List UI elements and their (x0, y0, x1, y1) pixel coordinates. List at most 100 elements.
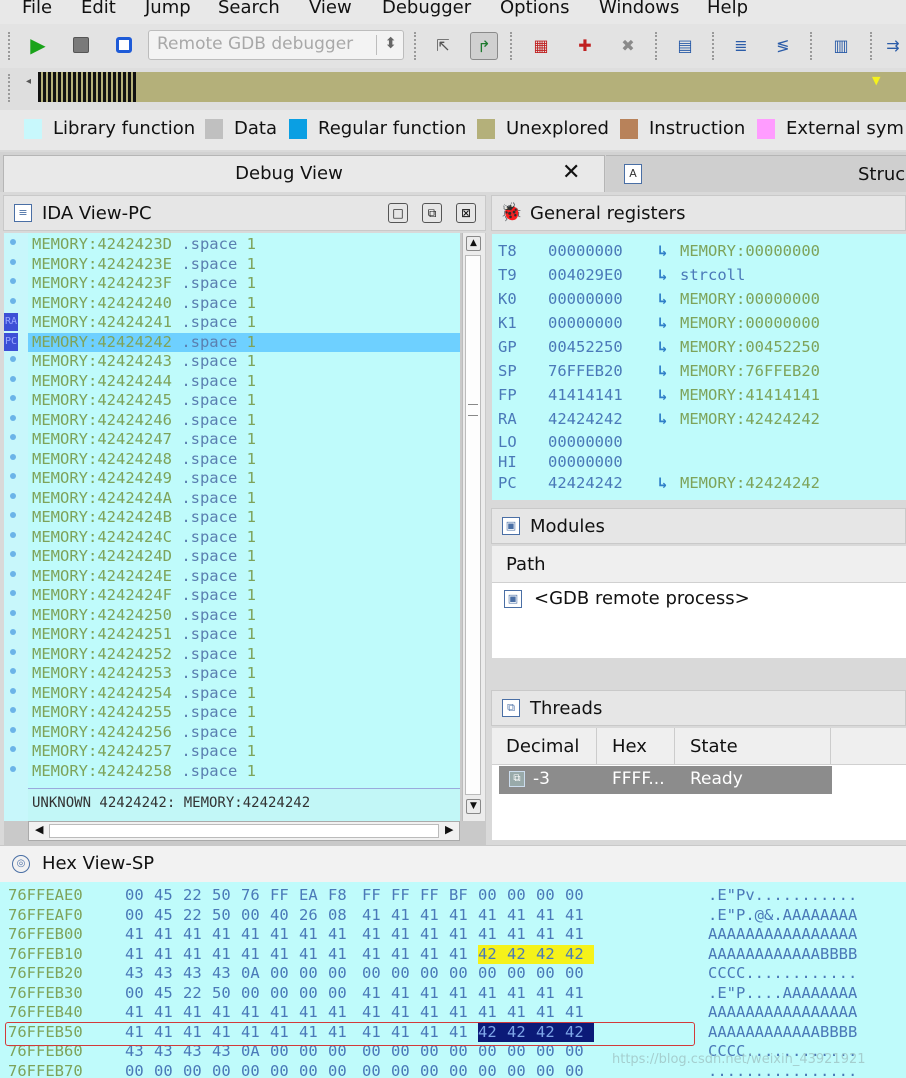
code-line[interactable]: MEMORY:4242423D .space 1 (28, 235, 460, 255)
hex-byte[interactable]: 41 (212, 925, 241, 945)
hex-byte[interactable]: 41 (328, 925, 357, 945)
breakpoint-dot-icon[interactable] (10, 590, 16, 596)
hex-byte[interactable]: 00 (362, 964, 391, 984)
modules-column-header[interactable]: Path (492, 546, 906, 583)
breakpoint-dot-icon[interactable] (10, 414, 16, 421)
hex-byte[interactable]: 41 (449, 906, 478, 926)
hex-byte[interactable]: 00 (565, 1062, 594, 1078)
navigation-strip[interactable]: ▼ (38, 72, 906, 102)
hex-byte[interactable]: 00 (241, 906, 270, 926)
register-value[interactable]: 00000000 (548, 453, 623, 471)
hex-byte[interactable]: 41 (299, 925, 328, 945)
hex-byte[interactable]: 22 (183, 906, 212, 926)
ida-horizontal-scrollbar[interactable]: ◀ ▶ (28, 821, 460, 841)
hex-byte[interactable]: 41 (478, 1003, 507, 1023)
hex-byte[interactable]: 42 (478, 944, 507, 964)
scroll-thumb[interactable] (465, 255, 481, 795)
hex-byte[interactable]: 45 (154, 886, 183, 906)
more-tools-icon[interactable]: ⇉ (880, 32, 906, 58)
run-to-cursor-icon[interactable]: ↱ (470, 32, 498, 60)
breakpoint-dot-icon[interactable] (10, 707, 16, 713)
hex-byte[interactable]: 41 (565, 984, 594, 1004)
hex-byte[interactable]: 50 (212, 984, 241, 1004)
hex-byte[interactable]: F8 (328, 886, 357, 906)
code-line[interactable]: MEMORY:4242423E .space 1 (28, 255, 460, 275)
code-line[interactable]: MEMORY:42424249 .space 1 (28, 469, 460, 489)
hex-byte[interactable]: FF (362, 886, 391, 906)
hex-byte[interactable]: 41 (362, 984, 391, 1004)
breakpoint-dot-icon[interactable] (10, 239, 16, 245)
hex-byte[interactable]: 41 (212, 1003, 241, 1023)
hex-byte[interactable]: 41 (478, 906, 507, 926)
breakpoint-dot-icon[interactable] (10, 278, 16, 284)
ida-gutter[interactable]: RA PC (4, 233, 28, 821)
close-panel-icon[interactable]: ⊠ (456, 203, 476, 223)
hex-byte[interactable]: 41 (478, 925, 507, 945)
hex-byte[interactable]: 41 (478, 984, 507, 1004)
register-value[interactable]: 00000000 (548, 433, 623, 451)
trace-window-icon[interactable]: ▤ (672, 32, 698, 58)
code-line[interactable]: MEMORY:4242423F .space 1 (28, 274, 460, 294)
code-line[interactable]: MEMORY:42424243 .space 1 (28, 352, 460, 372)
hex-byte[interactable]: 00 (449, 964, 478, 984)
hex-byte[interactable]: 41 (536, 906, 565, 926)
breakpoint-dot-icon[interactable] (10, 356, 16, 362)
hex-byte[interactable]: 00 (125, 1062, 154, 1078)
breakpoint-dot-icon[interactable] (10, 492, 16, 499)
hex-byte[interactable]: 41 (183, 925, 212, 945)
hex-byte[interactable]: 41 (241, 925, 270, 945)
register-target[interactable]: MEMORY:41414141 (680, 386, 820, 404)
code-line[interactable]: MEMORY:42424240 .space 1 (28, 294, 460, 314)
hex-row[interactable]: 76FFEB30 00 45 22 50 00 00 00 00 41 41 41 41 41 41 41 41… (0, 984, 906, 1004)
debugger-select[interactable]: Remote GDB debugger ⬍ (148, 30, 404, 60)
hex-byte[interactable]: 41 (565, 906, 594, 926)
code-line[interactable]: MEMORY:42424248 .space 1 (28, 450, 460, 470)
register-value[interactable]: 004029E0 (548, 266, 623, 284)
jump-arrow-icon[interactable]: ↳ (658, 410, 667, 428)
breakpoint-dot-icon[interactable] (10, 375, 16, 382)
hex-byte[interactable]: 00 (420, 964, 449, 984)
breakpoint-dot-icon[interactable] (10, 746, 16, 752)
register-target[interactable]: MEMORY:00000000 (680, 314, 820, 332)
jump-arrow-icon[interactable]: ↳ (658, 474, 667, 492)
breakpoint-dot-icon[interactable] (10, 726, 16, 733)
add-breakpoint-icon[interactable]: ✚ (572, 32, 598, 58)
hex-byte[interactable]: 50 (212, 906, 241, 926)
hex-byte[interactable]: 41 (420, 945, 449, 965)
hex-byte[interactable]: 00 (212, 1062, 241, 1078)
code-line[interactable]: MEMORY:42424245 .space 1 (28, 391, 460, 411)
toolbar-grip-2[interactable] (414, 32, 419, 60)
attach-process-icon[interactable]: ⇱ (430, 32, 456, 58)
register-row-gp[interactable]: GP 00452250 ↳ MEMORY:00452250 (492, 338, 906, 362)
breakpoint-dot-icon[interactable] (10, 765, 16, 772)
register-target[interactable]: MEMORY:42424242 (680, 474, 820, 492)
hex-byte[interactable]: 00 (449, 1062, 478, 1078)
hex-byte[interactable]: 00 (478, 1062, 507, 1078)
hex-byte[interactable]: 43 (125, 964, 154, 984)
hex-byte[interactable]: 41 (420, 906, 449, 926)
close-icon[interactable]: ✕ (562, 160, 580, 185)
hex-byte[interactable]: 41 (328, 1003, 357, 1023)
register-row-t8[interactable]: T8 00000000 ↳ MEMORY:00000000 (492, 242, 906, 266)
register-value[interactable]: 42424242 (548, 410, 623, 428)
hex-byte[interactable]: 41 (183, 1003, 212, 1023)
breakpoint-dot-icon[interactable] (10, 297, 16, 304)
hex-byte[interactable]: 41 (391, 925, 420, 945)
breakpoint-dot-icon[interactable] (10, 629, 16, 635)
scroll-up-icon[interactable]: ▲ (466, 236, 481, 251)
hex-view-panel[interactable]: 76FFEAE0 00 45 22 50 76 FF EA F8 FF FF FF BF 00 00 00 00… (0, 882, 906, 1078)
code-line[interactable]: MEMORY:42424251 .space 1 (28, 625, 460, 645)
jump-arrow-icon[interactable]: ↳ (658, 242, 667, 260)
register-target[interactable]: MEMORY:00000000 (680, 242, 820, 260)
hex-byte[interactable]: 00 (299, 964, 328, 984)
hex-byte[interactable]: 00 (299, 984, 328, 1004)
breakpoint-dot-icon[interactable] (10, 668, 16, 674)
menu-jump[interactable]: Jump (145, 0, 191, 18)
menu-debugger[interactable]: Debugger (382, 0, 471, 18)
hex-byte[interactable]: 41 (536, 1003, 565, 1023)
code-line[interactable]: MEMORY:42424253 .space 1 (28, 664, 460, 684)
scroll-down-icon[interactable]: ▼ (466, 799, 481, 814)
register-row-sp[interactable]: SP 76FFEB20 ↳ MEMORY:76FFEB20 (492, 362, 906, 386)
hex-byte[interactable]: 22 (183, 984, 212, 1004)
hex-byte[interactable]: 42 (536, 944, 565, 964)
